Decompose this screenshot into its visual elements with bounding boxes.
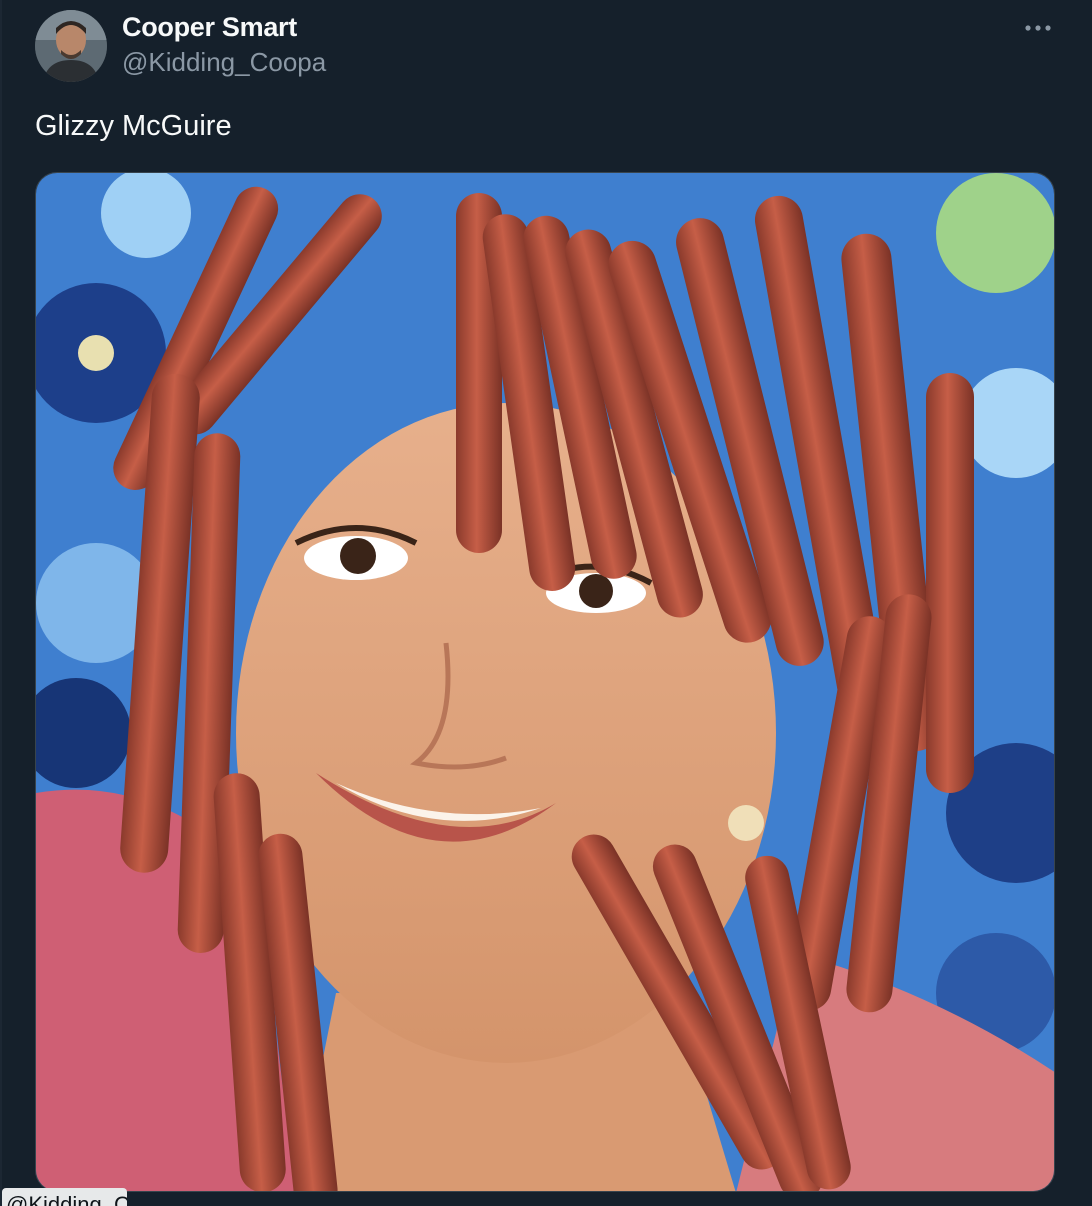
tweet-text: Glizzy McGuire [35, 110, 232, 142]
meme-photo-image [36, 173, 1054, 1191]
author-avatar[interactable] [35, 10, 107, 82]
tweet-media-image[interactable] [35, 172, 1055, 1192]
handle-tooltip: @Kidding_Coopa [2, 1188, 127, 1206]
author-display-name[interactable]: Cooper Smart [122, 12, 297, 43]
more-options-button[interactable] [1018, 14, 1058, 42]
avatar-photo-icon [35, 10, 107, 82]
more-horizontal-icon [1025, 25, 1051, 31]
tweet-card: Cooper Smart @Kidding_Coopa Glizzy McGui… [0, 0, 1092, 1206]
author-handle[interactable]: @Kidding_Coopa [122, 47, 326, 78]
